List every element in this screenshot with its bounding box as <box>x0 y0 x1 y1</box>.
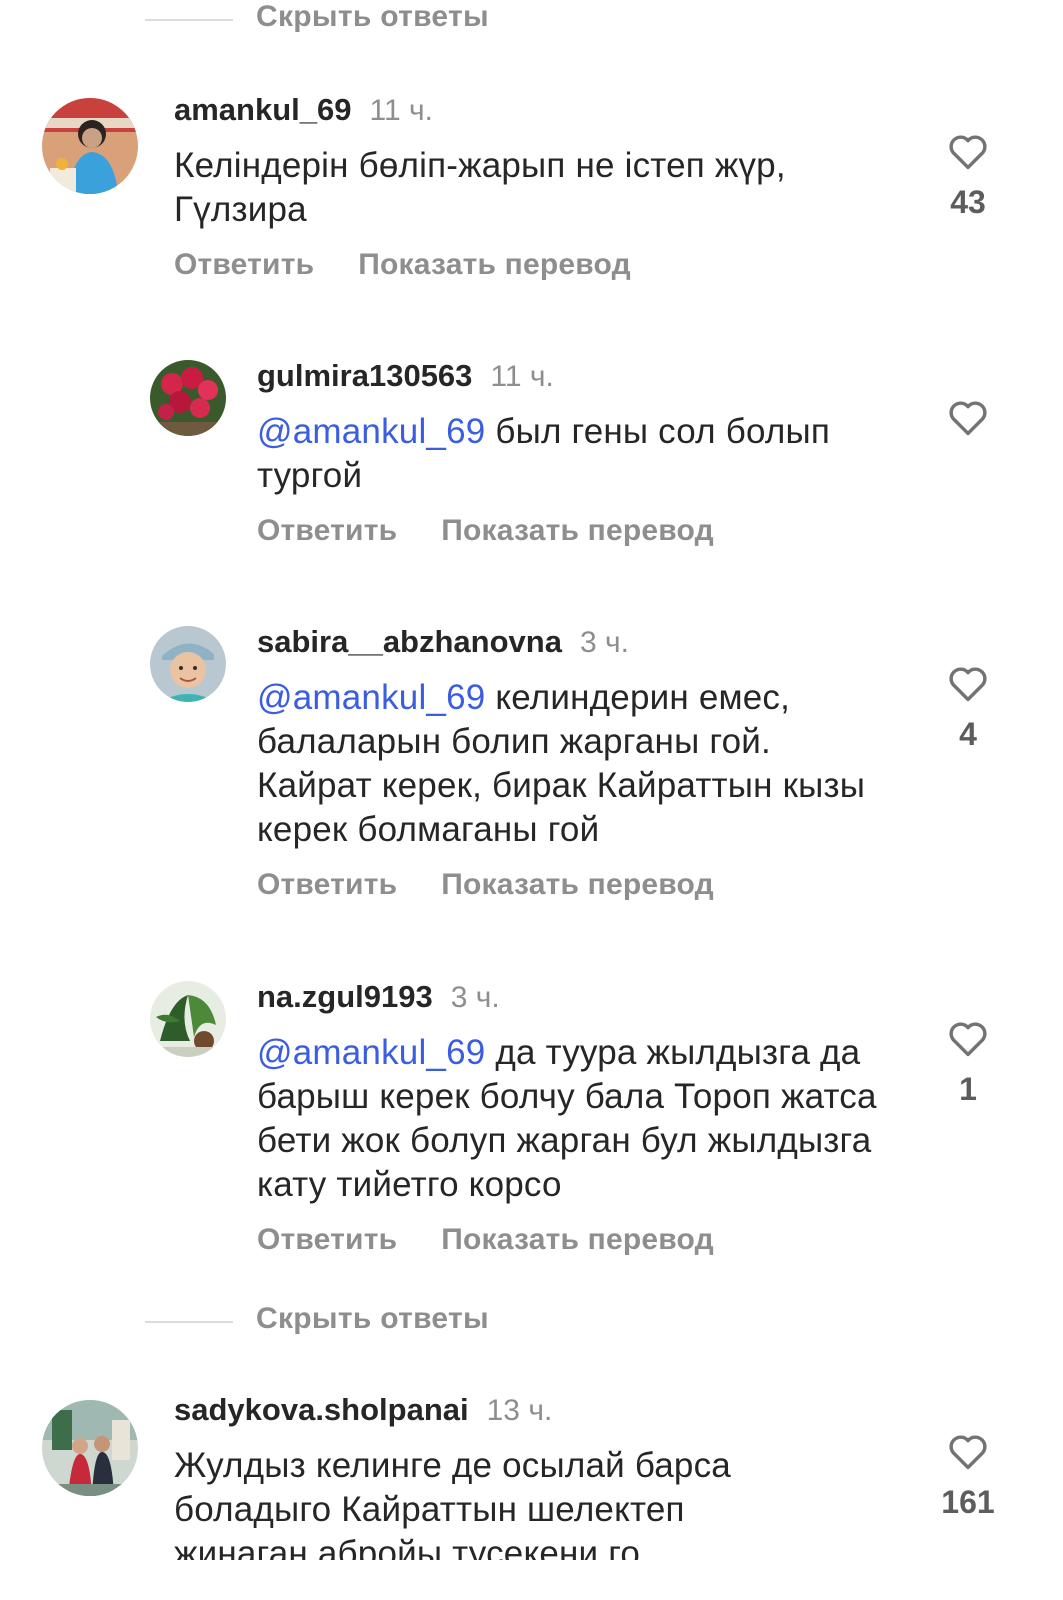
heart-icon <box>949 1022 987 1057</box>
like-button[interactable]: 1 <box>928 1019 1008 1108</box>
like-count: 43 <box>950 184 986 220</box>
like-button[interactable] <box>928 398 1008 450</box>
comment-text: Келіндерін бөліп-жарып не істеп жүр, Гүл… <box>174 146 786 229</box>
reply-button[interactable]: Ответить <box>257 868 397 901</box>
reply-button[interactable]: Ответить <box>257 514 397 547</box>
like-count: 161 <box>941 1484 995 1520</box>
avatar[interactable] <box>150 626 226 702</box>
hide-replies-row[interactable]: Скрыть ответы <box>0 1300 1063 1344</box>
like-button[interactable]: 43 <box>928 132 1008 221</box>
username[interactable]: amankul_69 <box>174 92 352 127</box>
show-translation-button[interactable]: Показать перевод <box>441 868 714 901</box>
like-button[interactable]: 4 <box>928 664 1008 753</box>
username[interactable]: sabira__abzhanovna <box>257 624 562 659</box>
heart-icon <box>949 135 987 170</box>
avatar[interactable] <box>42 98 138 194</box>
avatar[interactable] <box>150 981 226 1057</box>
hide-replies-row[interactable]: Скрыть ответы <box>0 0 1063 42</box>
username[interactable]: sadykova.sholpanai <box>174 1392 469 1427</box>
avatar[interactable] <box>150 360 226 436</box>
like-button[interactable]: 161 <box>928 1432 1008 1521</box>
show-translation-button[interactable]: Показать перевод <box>441 1223 714 1256</box>
like-count: 1 <box>959 1071 977 1107</box>
timestamp: 13 ч. <box>486 1394 553 1427</box>
heart-icon <box>949 667 987 702</box>
comment-text: @amankul_69 был гены сол болып тургой <box>257 412 830 495</box>
timestamp: 3 ч. <box>450 981 500 1014</box>
username[interactable]: na.zgul9193 <box>257 979 433 1014</box>
reply-button[interactable]: Ответить <box>174 248 314 281</box>
timestamp: 11 ч. <box>369 94 433 127</box>
show-translation-button[interactable]: Показать перевод <box>358 248 631 281</box>
comment-text: @amankul_69 да туура жылдызга да барыш к… <box>257 1033 877 1204</box>
comment: sadykova.sholpanai 13 ч. Жулдыз келинге д… <box>0 1392 1063 1560</box>
timestamp: 3 ч. <box>579 626 629 659</box>
mention-link[interactable]: @amankul_69 <box>257 1033 485 1072</box>
heart-icon <box>949 1435 987 1470</box>
hide-replies-button[interactable]: Скрыть ответы <box>256 0 489 34</box>
timestamp: 11 ч. <box>490 360 554 393</box>
avatar[interactable] <box>42 1400 138 1496</box>
show-translation-button[interactable]: Показать перевод <box>441 514 714 547</box>
divider-line <box>145 1321 233 1323</box>
comment-text: @amankul_69 келиндерин емес, балаларын б… <box>257 678 866 849</box>
hide-replies-button[interactable]: Скрыть ответы <box>256 1302 489 1336</box>
like-count: 4 <box>959 716 977 752</box>
mention-link[interactable]: @amankul_69 <box>257 678 485 717</box>
reply-button[interactable]: Ответить <box>257 1223 397 1256</box>
heart-icon <box>949 401 987 436</box>
divider-line <box>145 19 233 21</box>
username[interactable]: gulmira130563 <box>257 358 472 393</box>
comment-text: Жулдыз келинге де осылай барса боладыго … <box>174 1446 731 1560</box>
mention-link[interactable]: @amankul_69 <box>257 412 485 451</box>
